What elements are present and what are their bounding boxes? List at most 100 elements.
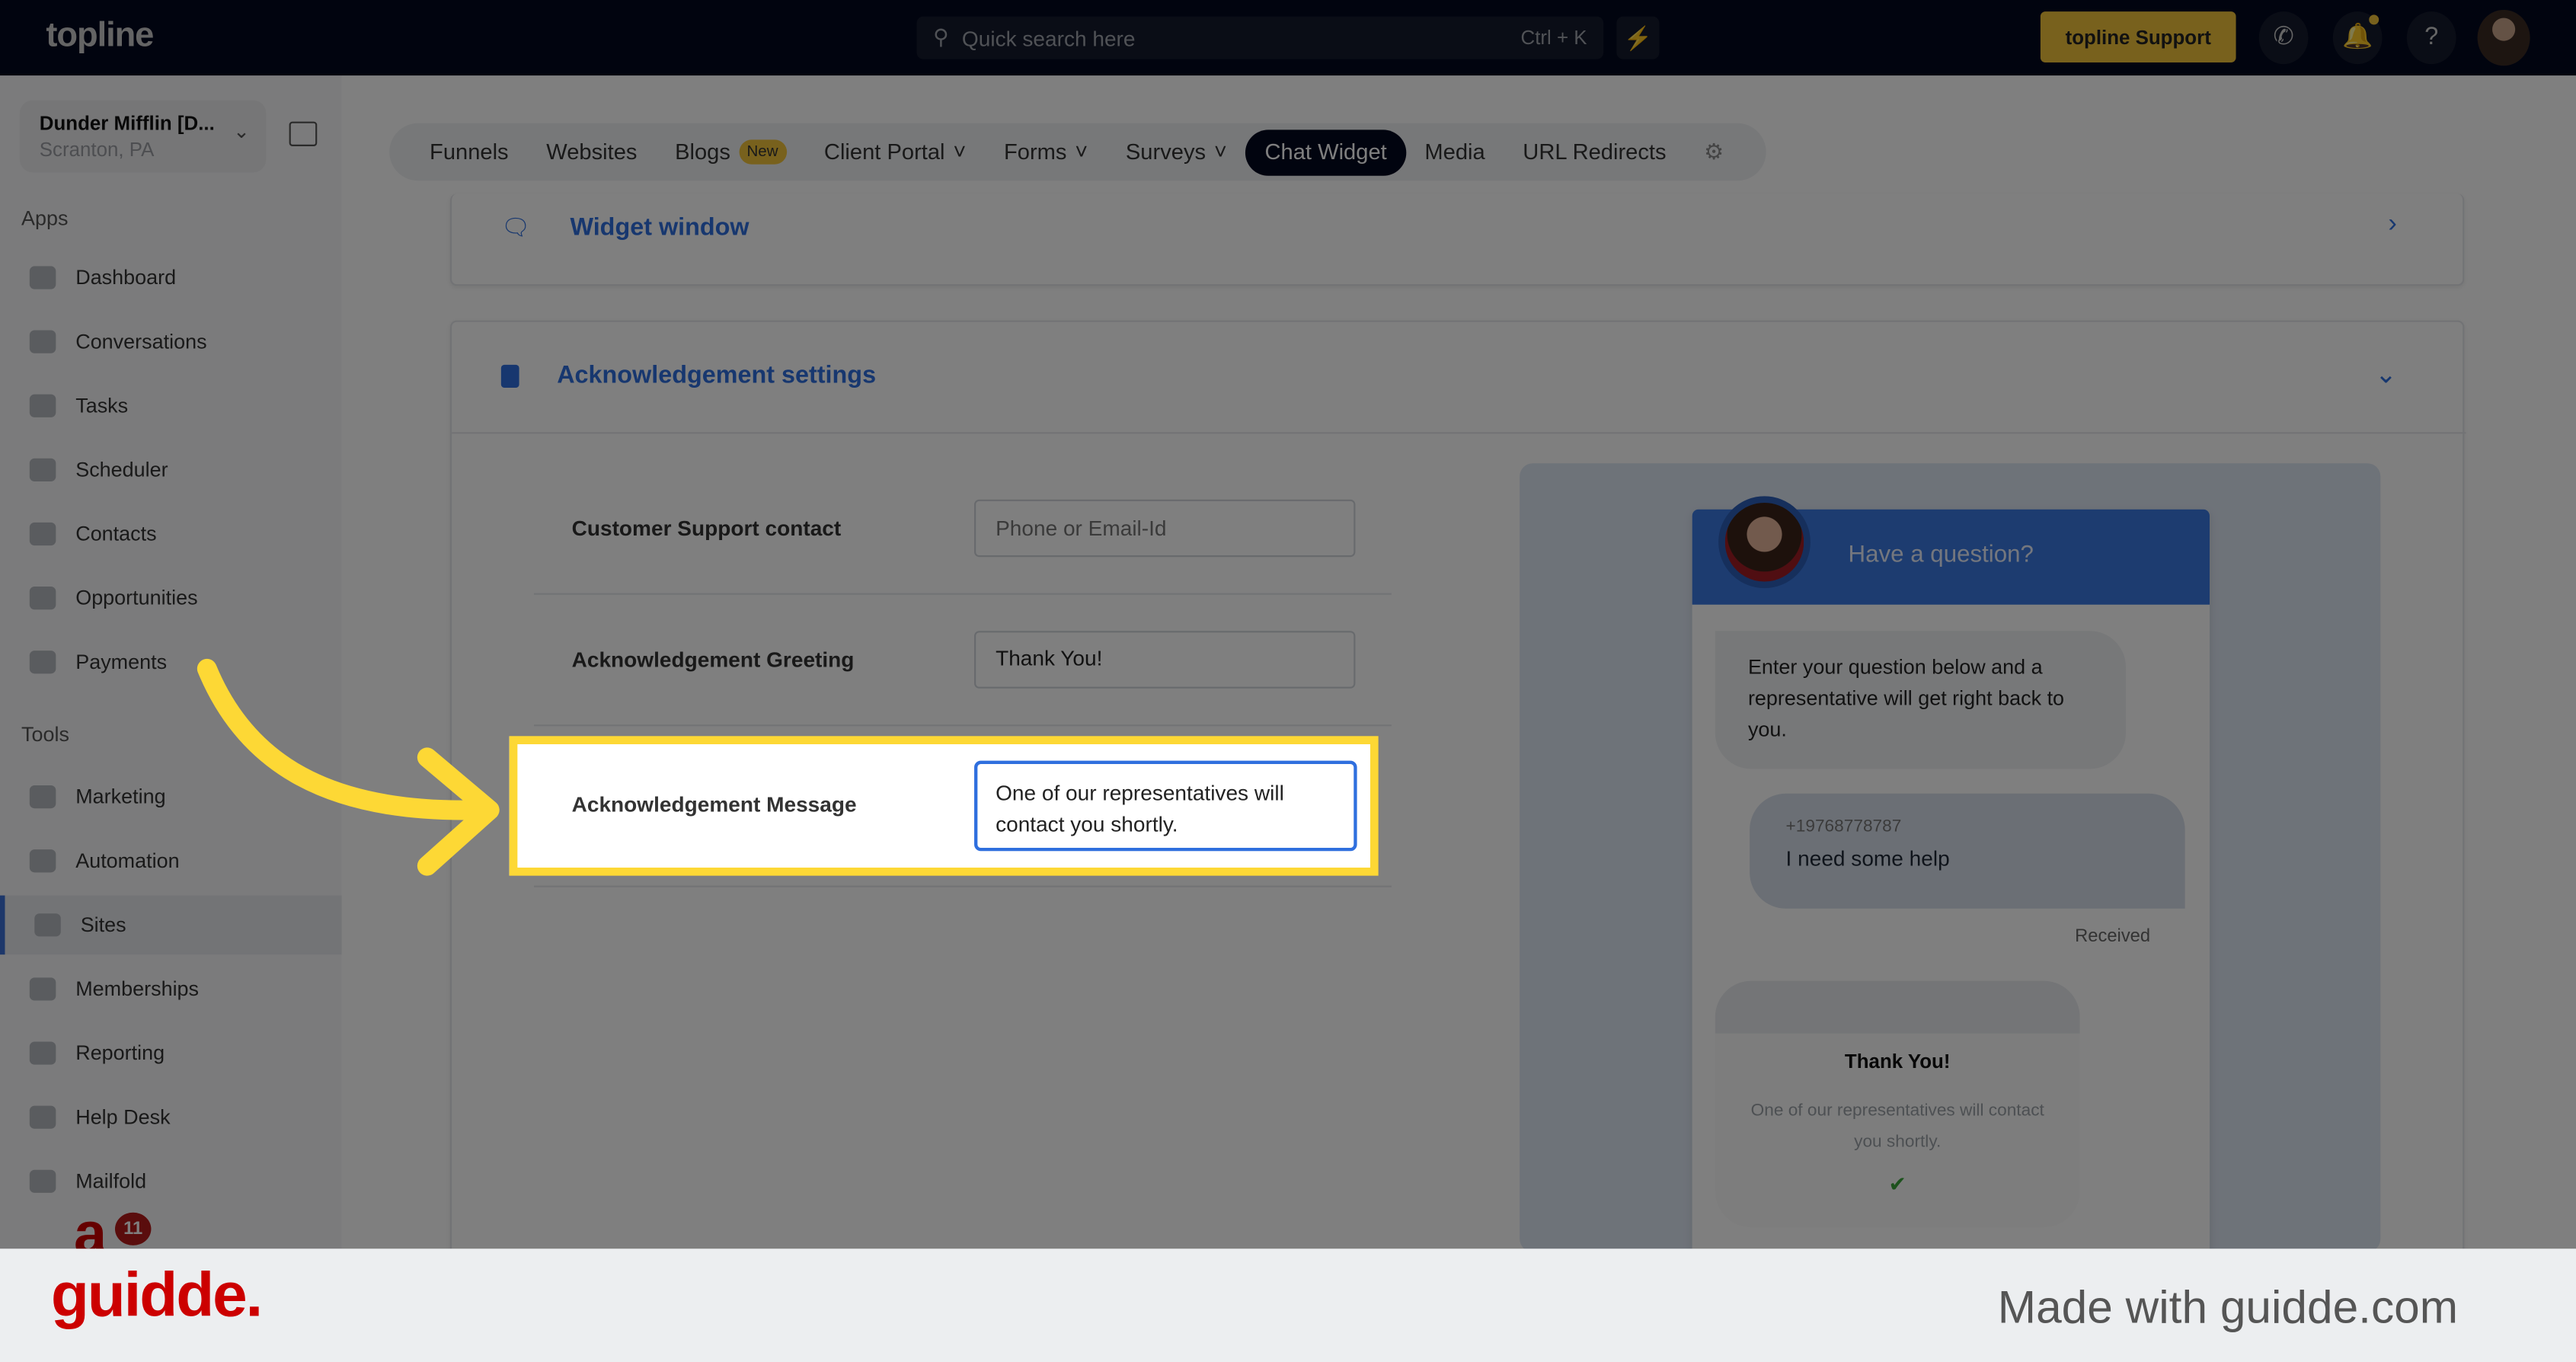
sidebar-item-label: Conversations (75, 330, 207, 353)
support-button[interactable]: topline Support (2040, 11, 2236, 62)
tab-bar: Funnels Websites Blogs New Client Portal ˅ For… (389, 123, 1766, 181)
sidebar-item-label: Help Desk (75, 1105, 171, 1129)
account-switcher[interactable]: Dunder Mifflin [D... Scranton, PA ⌄ (19, 100, 267, 173)
automation-icon (29, 849, 56, 873)
tab-label: Client Portal (823, 139, 945, 165)
conversations-icon (29, 330, 56, 353)
contacts-icon (29, 522, 56, 546)
ack-message: One of our representatives will contact … (1750, 1101, 2044, 1152)
tasks-icon (29, 394, 56, 417)
chevron-down-icon[interactable]: ⌄ (2375, 358, 2397, 391)
divider (533, 885, 1392, 887)
notification-badge: 11 (114, 1212, 152, 1245)
tab-chat-widget[interactable]: Chat Widget (1245, 129, 1406, 175)
tab-url-redirects[interactable]: URL Redirects (1504, 129, 1686, 174)
arrow-annotation (197, 658, 500, 876)
tab-label: Blogs (675, 139, 730, 165)
divider (452, 432, 2466, 434)
sidebar-item-sites[interactable]: Sites (0, 895, 342, 955)
user-bubble: +19768778787 I need some help (1750, 793, 2185, 909)
divider (533, 593, 1392, 595)
intro-bubble: Enter your question below and a represen… (1715, 631, 2127, 769)
tab-label: Funnels (430, 139, 509, 165)
document-icon (500, 364, 519, 388)
sidebar-item-contacts[interactable]: Contacts (0, 504, 342, 564)
agent-avatar (1718, 496, 1811, 589)
footer-tagline: Made with guidde.com (1997, 1281, 2459, 1333)
sidebar-item-label: Tasks (75, 394, 129, 417)
tab-label: Forms (1003, 139, 1067, 165)
widget-window-card[interactable]: 🗨 Widget window › (449, 193, 2465, 286)
topline-logo: topline (46, 16, 154, 55)
dashboard-icon (29, 266, 56, 289)
tab-label: Surveys (1125, 139, 1207, 165)
mailfold-icon (29, 1169, 56, 1193)
sidebar-item-reporting[interactable]: Reporting (0, 1024, 342, 1083)
tab-websites[interactable]: Websites (527, 129, 656, 174)
tab-funnels[interactable]: Funnels (411, 129, 527, 174)
ack-settings-title: Acknowledgement settings (557, 361, 877, 390)
chat-bubble-icon: 🗨 (500, 213, 531, 240)
widget-window-title: Widget window (570, 213, 749, 242)
sidebar-item-label: Contacts (75, 522, 157, 546)
sidebar-item-conversations[interactable]: Conversations (0, 312, 342, 372)
sidebar-item-label: Payments (75, 651, 168, 674)
quick-search[interactable]: ⚲ Quick search here Ctrl + K (916, 16, 1604, 59)
chevron-right-icon[interactable]: › (2388, 210, 2396, 240)
tab-label: Media (1424, 139, 1485, 165)
notification-dot (2369, 14, 2379, 25)
ack-title: Thank You! (1844, 1050, 1951, 1073)
search-shortcut: Ctrl + K (1520, 26, 1587, 50)
check-icon: ✔ (1888, 1171, 1906, 1197)
tab-client-portal[interactable]: Client Portal ˅ (805, 129, 985, 174)
sidebar-item-help-desk[interactable]: Help Desk (0, 1088, 342, 1147)
greeting-input[interactable]: Thank You! (974, 631, 1356, 689)
opportunities-icon (29, 587, 56, 610)
user-avatar[interactable] (2477, 9, 2530, 66)
divider (533, 724, 1392, 727)
ack-message-input[interactable]: One of our representatives will contact … (974, 760, 1357, 852)
tab-label: URL Redirects (1523, 139, 1667, 165)
sidebar-item-dashboard[interactable]: Dashboard (0, 248, 342, 308)
tab-blogs[interactable]: Blogs New (656, 129, 805, 174)
sidebar-item-mailfold[interactable]: Mailfold (0, 1152, 342, 1211)
scheduler-icon (29, 458, 56, 481)
settings-gear-icon[interactable]: ⚙ (1685, 129, 1743, 174)
search-icon: ⚲ (933, 24, 949, 50)
phone-icon[interactable]: ✆ (2258, 11, 2309, 65)
main-content: Funnels Websites Blogs New Client Portal ˅ For… (341, 75, 2576, 1274)
lightning-icon[interactable]: ⚡ (1616, 16, 1660, 59)
tab-label: Chat Widget (1264, 139, 1387, 165)
ack-message-label: Acknowledgement Message (571, 791, 857, 817)
tab-surveys[interactable]: Surveys ˅ (1107, 129, 1246, 174)
payments-icon (29, 651, 56, 674)
guidde-logo: guidde. (50, 1261, 263, 1332)
chevron-down-icon: ⌄ (233, 120, 250, 143)
user-message: I need some help (1785, 846, 1950, 871)
sidebar-item-label: Opportunities (75, 587, 198, 610)
account-name: Dunder Mifflin [D... (39, 111, 215, 135)
user-phone: +19768778787 (1785, 816, 1902, 836)
tab-media[interactable]: Media (1406, 129, 1504, 174)
sidebar-item-scheduler[interactable]: Scheduler (0, 440, 342, 500)
support-contact-label: Customer Support contact (571, 516, 842, 541)
tab-label: Websites (546, 139, 638, 165)
sidebar-item-label: Sites (80, 913, 126, 937)
sidebar-item-label: Dashboard (75, 266, 177, 289)
sites-icon (34, 913, 61, 937)
new-badge: New (738, 139, 787, 165)
ack-card: Thank You! One of our representatives wil… (1715, 980, 2080, 1228)
collapse-sidebar-icon[interactable] (289, 121, 318, 146)
support-contact-input[interactable] (974, 499, 1356, 558)
tab-forms[interactable]: Forms ˅ (985, 129, 1107, 174)
chevron-down-icon: ˅ (1213, 139, 1227, 165)
marketing-icon (29, 785, 56, 809)
sidebar-item-opportunities[interactable]: Opportunities (0, 568, 342, 628)
sidebar-item-tasks[interactable]: Tasks (0, 376, 342, 436)
message-status: Received (2075, 926, 2151, 947)
help-icon[interactable]: ? (2406, 11, 2456, 65)
sidebar-item-memberships[interactable]: Memberships (0, 960, 342, 1019)
sidebar-item-label: Marketing (75, 785, 166, 809)
sidebar-item-label: Mailfold (75, 1169, 147, 1193)
sidebar-item-label: Automation (75, 849, 180, 873)
